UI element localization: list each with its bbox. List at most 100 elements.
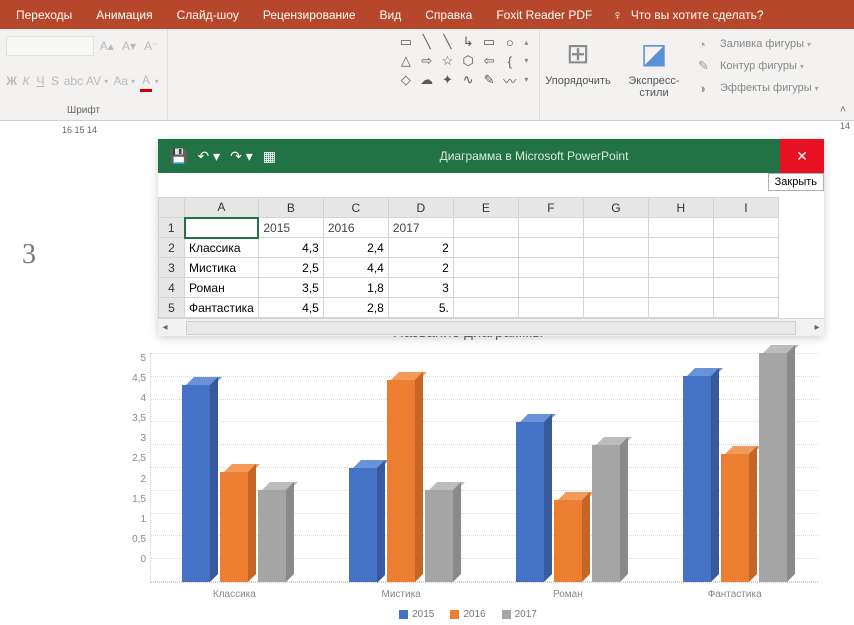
row-header[interactable]: 2 <box>159 238 185 258</box>
select-all-cell[interactable] <box>159 198 185 218</box>
cell[interactable] <box>453 298 518 318</box>
tab-foxit[interactable]: Foxit Reader PDF <box>484 0 604 29</box>
cell[interactable] <box>648 238 713 258</box>
cell[interactable] <box>453 278 518 298</box>
col-header[interactable]: C <box>323 198 388 218</box>
row-header[interactable]: 4 <box>159 278 185 298</box>
increase-font-icon[interactable]: A▴ <box>97 35 116 57</box>
italic-button[interactable]: К <box>20 70 31 92</box>
cell[interactable] <box>713 238 778 258</box>
decrease-font-icon[interactable]: A▾ <box>119 35 138 57</box>
tell-me-search[interactable]: ♀ Что вы хотите сделать? <box>612 7 763 23</box>
cell[interactable]: 2015 <box>258 218 323 238</box>
col-header[interactable]: I <box>713 198 778 218</box>
shape-line2-icon[interactable]: ╲ <box>438 33 458 51</box>
redo-icon[interactable]: ↷ ▾ <box>230 148 253 165</box>
shape-elbow-icon[interactable]: ↳ <box>458 33 478 51</box>
shadow-button[interactable]: abc <box>64 70 83 92</box>
cell[interactable] <box>518 258 583 278</box>
cell[interactable] <box>453 238 518 258</box>
cell[interactable]: 5. <box>388 298 453 318</box>
tab-animation[interactable]: Анимация <box>84 0 164 29</box>
cell[interactable]: Мистика <box>185 258 259 278</box>
tab-transitions[interactable]: Переходы <box>4 0 84 29</box>
cell[interactable] <box>583 238 648 258</box>
shape-callout-icon[interactable]: ◇ <box>396 71 416 89</box>
arrange-button[interactable]: ⊞ Упорядочить <box>540 29 616 120</box>
col-header[interactable]: G <box>583 198 648 218</box>
col-header[interactable]: A <box>185 198 259 218</box>
cell[interactable] <box>583 258 648 278</box>
shape-sun-icon[interactable]: ✦ <box>438 71 458 89</box>
save-icon[interactable]: 💾 <box>170 148 187 165</box>
cell[interactable]: 4,5 <box>258 298 323 318</box>
shape-textbox-icon[interactable]: ▭ <box>396 33 416 51</box>
underline-button[interactable]: Ч <box>35 70 46 92</box>
cell[interactable] <box>583 278 648 298</box>
cell[interactable] <box>713 218 778 238</box>
cell[interactable]: 3,5 <box>258 278 323 298</box>
close-button[interactable]: ✕ <box>780 139 824 173</box>
cell[interactable] <box>648 278 713 298</box>
cell[interactable] <box>583 298 648 318</box>
shape-outline-button[interactable]: ✎ Контур фигуры ▾ <box>698 55 826 77</box>
case-button[interactable]: Aa <box>113 70 128 92</box>
shapes-palette[interactable]: ▭ ╲ ╲ ↳ ▭ ○ △ ⇨ ☆ ⬡ ⇦ { ◇ ☁ ✦ ∿ ✎ 〰 <box>396 33 520 89</box>
tab-review[interactable]: Рецензирование <box>251 0 368 29</box>
cell[interactable]: 2,5 <box>258 258 323 278</box>
cell[interactable]: Фантастика <box>185 298 259 318</box>
cell[interactable] <box>648 258 713 278</box>
row-header[interactable]: 5 <box>159 298 185 318</box>
cell[interactable]: Роман <box>185 278 259 298</box>
undo-icon[interactable]: ↶ ▾ <box>197 148 220 165</box>
col-header[interactable]: D <box>388 198 453 218</box>
clear-format-icon[interactable]: A⁻ <box>142 35 161 57</box>
strike-button[interactable]: S <box>49 70 60 92</box>
cell[interactable]: 2017 <box>388 218 453 238</box>
col-header[interactable]: F <box>518 198 583 218</box>
excel-grid[interactable]: A B C D E F G H I 1 2015 2016 2017 2 Кла… <box>158 197 779 318</box>
cell[interactable]: 2,8 <box>323 298 388 318</box>
shape-arrow-icon[interactable]: ⇨ <box>417 52 437 70</box>
row-header[interactable]: 1 <box>159 218 185 238</box>
collapse-ribbon-button[interactable]: ˄ <box>832 29 854 120</box>
cell[interactable] <box>713 278 778 298</box>
col-header[interactable]: E <box>453 198 518 218</box>
grid-icon[interactable]: ▦ <box>263 148 276 165</box>
cell[interactable] <box>453 218 518 238</box>
shape-effects-button[interactable]: ◑ Эффекты фигуры ▾ <box>698 77 826 99</box>
shape-cloud-icon[interactable]: ☁ <box>417 71 437 89</box>
col-header[interactable]: B <box>258 198 323 218</box>
scroll-left-icon[interactable]: ◂ <box>158 322 172 333</box>
tab-view[interactable]: Вид <box>368 0 414 29</box>
shape-rect-icon[interactable]: ▭ <box>479 33 499 51</box>
shape-curve-icon[interactable]: ∿ <box>458 71 478 89</box>
cell[interactable] <box>453 258 518 278</box>
cell[interactable] <box>713 298 778 318</box>
cell[interactable] <box>583 218 648 238</box>
shape-freeform-icon[interactable]: ✎ <box>479 71 499 89</box>
cell[interactable]: 3 <box>388 278 453 298</box>
spacing-button[interactable]: AV <box>86 70 101 92</box>
shape-arrow2-icon[interactable]: ⇦ <box>479 52 499 70</box>
cell[interactable] <box>518 218 583 238</box>
shape-oval-icon[interactable]: ○ <box>500 33 520 51</box>
express-styles-button[interactable]: ◪ Экспресс- стили <box>616 29 692 120</box>
font-family-dropdown[interactable] <box>6 36 94 56</box>
cell[interactable]: 4,3 <box>258 238 323 258</box>
cell[interactable] <box>648 298 713 318</box>
col-header[interactable]: H <box>648 198 713 218</box>
shape-hex-icon[interactable]: ⬡ <box>458 52 478 70</box>
font-color-button[interactable]: A <box>140 70 151 92</box>
shapes-more[interactable]: ▴▾▾ <box>520 33 533 89</box>
cell[interactable]: 2 <box>388 258 453 278</box>
row-header[interactable]: 3 <box>159 258 185 278</box>
cell[interactable]: 1,8 <box>323 278 388 298</box>
chart[interactable]: Название диаграммы 00,511,522,533,544,55… <box>118 324 818 620</box>
cell[interactable] <box>518 238 583 258</box>
cell[interactable]: 2,4 <box>323 238 388 258</box>
shape-brace-icon[interactable]: { <box>500 52 520 70</box>
excel-hscrollbar[interactable]: ◂ ▸ <box>158 318 824 336</box>
scroll-right-icon[interactable]: ▸ <box>810 322 824 333</box>
cell[interactable] <box>518 278 583 298</box>
